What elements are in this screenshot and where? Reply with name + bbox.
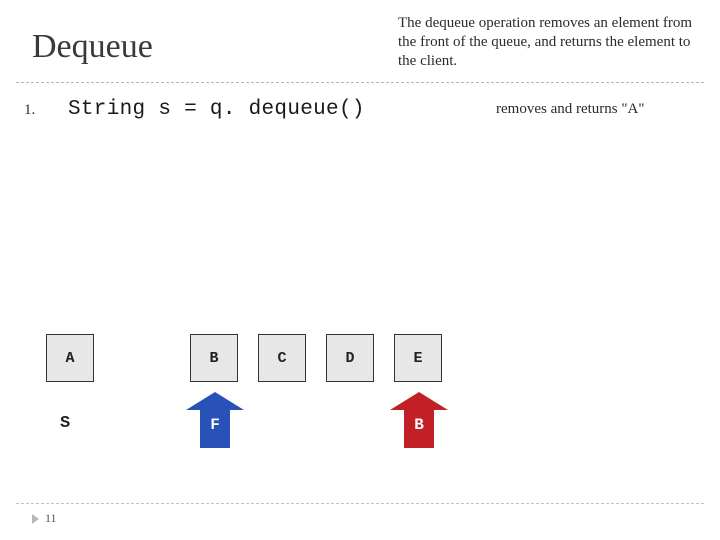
page-triangle-icon	[32, 514, 39, 524]
return-note: removes and returns "A"	[496, 101, 706, 118]
front-pointer-arrow: F	[186, 392, 244, 456]
page-number-text: 11	[45, 511, 57, 526]
queue-cell-c: C	[258, 334, 306, 382]
slide-title: Dequeue	[32, 28, 153, 66]
description-text: The dequeue operation removes an element…	[398, 14, 698, 72]
variable-s: S	[60, 414, 70, 433]
queue-cell-d: D	[326, 334, 374, 382]
slide: Dequeue The dequeue operation removes an…	[0, 0, 720, 540]
queue-cell-e: E	[394, 334, 442, 382]
queue-cell-b: B	[190, 334, 238, 382]
front-pointer-label: F	[210, 416, 220, 434]
page-number: 11	[32, 511, 57, 526]
step-code: String s = q. dequeue()	[68, 98, 365, 121]
divider-top	[16, 82, 704, 83]
removed-cell-a: A	[46, 334, 94, 382]
back-pointer-arrow: B	[390, 392, 448, 456]
back-pointer-label: B	[414, 416, 424, 434]
step-row: 1. String s = q. dequeue()	[24, 98, 365, 121]
step-number: 1.	[24, 102, 46, 119]
divider-bottom	[16, 503, 704, 504]
